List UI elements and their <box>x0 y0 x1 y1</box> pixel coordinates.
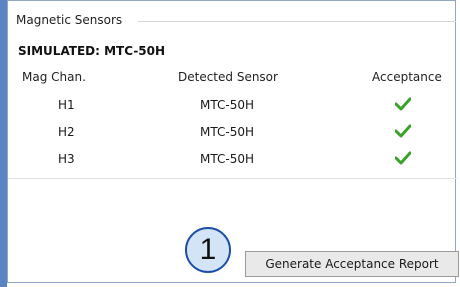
column-header-mag-chan: Mag Chan. <box>22 70 86 84</box>
groupbox-line <box>138 21 456 22</box>
table-row-sensor: MTC-50H <box>200 125 254 139</box>
step-number-badge: 1 <box>185 227 231 273</box>
column-header-detected-sensor: Detected Sensor <box>178 70 278 84</box>
panel-title: Magnetic Sensors <box>16 13 127 27</box>
screenshot-stage: Magnetic Sensors SIMULATED: MTC-50H Mag … <box>0 0 460 287</box>
magnetic-sensors-panel: Magnetic Sensors SIMULATED: MTC-50H Mag … <box>7 0 459 283</box>
table-row-channel: H2 <box>58 125 75 139</box>
column-header-acceptance: Acceptance <box>372 70 442 84</box>
generate-acceptance-report-button[interactable]: Generate Acceptance Report <box>245 251 459 277</box>
section-divider <box>8 178 457 179</box>
table-row-channel: H3 <box>58 152 75 166</box>
table-row-sensor: MTC-50H <box>200 152 254 166</box>
check-icon <box>395 151 411 165</box>
window-edge <box>0 0 7 287</box>
table-row-channel: H1 <box>58 98 75 112</box>
check-icon <box>395 124 411 138</box>
table-row-sensor: MTC-50H <box>200 98 254 112</box>
check-icon <box>395 97 411 111</box>
simulated-heading: SIMULATED: MTC-50H <box>18 44 166 58</box>
